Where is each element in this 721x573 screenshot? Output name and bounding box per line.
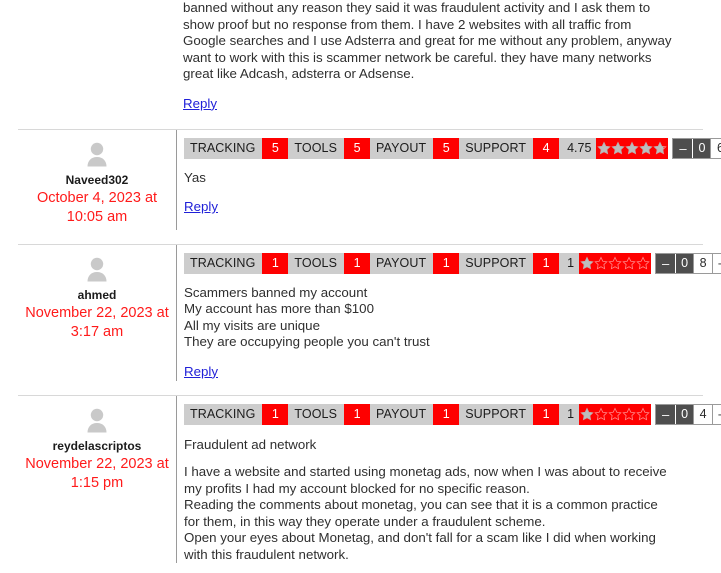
vote-total: 8 — [693, 253, 713, 273]
comment-body: TRACKING 5 TOOLS 5 PAYOUT 5 SUPPORT 4 4.… — [176, 129, 721, 230]
author-name: reydelascriptos — [52, 438, 142, 453]
author-name: ahmed — [77, 287, 117, 302]
criterion-support-label: SUPPORT — [459, 137, 534, 159]
vote-down-button[interactable]: – — [656, 253, 676, 273]
average-rating-value: 1 — [559, 403, 580, 425]
comment-title: Fraudulent ad network — [184, 436, 317, 452]
criterion-payout: PAYOUT 5 — [370, 137, 460, 159]
vote-score: 0 — [692, 138, 711, 158]
criterion-support: SUPPORT 4 — [459, 137, 560, 159]
criterion-tracking-value: 1 — [262, 252, 289, 274]
criterion-tools-label: TOOLS — [288, 403, 345, 425]
comment-body: TRACKING 1 TOOLS 1 PAYOUT 1 SUPPORT 1 1 — [176, 244, 721, 381]
comment-partial-top: banned without any reason they said it w… — [0, 0, 721, 113]
criterion-tools: TOOLS 5 — [288, 137, 371, 159]
vote-widget: – 0 4 + — [655, 403, 721, 425]
comment-body: TRACKING 1 TOOLS 1 PAYOUT 1 SUPPORT 1 1 — [176, 395, 721, 563]
vote-widget: – 0 8 + — [655, 252, 721, 274]
vote-widget: – 0 6 + — [672, 137, 721, 159]
criterion-tools-value: 5 — [344, 137, 371, 159]
vote-up-button[interactable]: + — [712, 253, 721, 273]
criterion-support: SUPPORT 1 — [459, 403, 560, 425]
criterion-tools: TOOLS 1 — [288, 252, 371, 274]
vote-total: 6 — [710, 138, 721, 158]
vote-down-button[interactable]: – — [673, 138, 693, 158]
comment-body: banned without any reason they said it w… — [176, 0, 703, 113]
criterion-payout-value: 1 — [433, 252, 460, 274]
comments-list: banned without any reason they said it w… — [0, 0, 721, 573]
criterion-tools-label: TOOLS — [288, 252, 345, 274]
criterion-tools-label: TOOLS — [288, 137, 345, 159]
author-column: Naveed302 October 4, 2023 at 10:05 am — [18, 130, 176, 227]
criterion-payout: PAYOUT 1 — [370, 403, 460, 425]
criterion-support-value: 4 — [533, 137, 560, 159]
comment-date: November 22, 2023 at 3:17 am — [25, 304, 169, 340]
criterion-support: SUPPORT 1 — [459, 252, 560, 274]
reply-link[interactable]: Reply — [183, 96, 217, 111]
criterion-tracking-value: 1 — [262, 403, 289, 425]
vote-score: 0 — [675, 404, 694, 424]
comment-text: I have a website and started using monet… — [184, 464, 667, 562]
vote-total: 4 — [693, 404, 713, 424]
criterion-tracking-value: 5 — [262, 137, 289, 159]
criterion-tracking: TRACKING 1 — [184, 252, 289, 274]
average-rating-value: 4.75 — [559, 137, 597, 159]
criterion-tools-value: 1 — [344, 403, 371, 425]
comment-text: Yas — [184, 169, 206, 185]
criterion-support-value: 1 — [533, 252, 560, 274]
criterion-payout-value: 1 — [433, 403, 460, 425]
criterion-payout-value: 5 — [433, 137, 460, 159]
comment-date: November 22, 2023 at 1:15 pm — [25, 455, 169, 491]
author-column: ahmed November 22, 2023 at 3:17 am — [18, 245, 176, 342]
rating-bar: TRACKING 5 TOOLS 5 PAYOUT 5 SUPPORT 4 4.… — [184, 137, 721, 159]
reply-link[interactable]: Reply — [184, 199, 218, 214]
criterion-support-label: SUPPORT — [459, 403, 534, 425]
comment-text: banned without any reason they said it w… — [183, 0, 672, 81]
avatar-icon — [87, 408, 107, 432]
author-column: reydelascriptos November 22, 2023 at 1:1… — [18, 396, 176, 493]
rating-bar: TRACKING 1 TOOLS 1 PAYOUT 1 SUPPORT 1 1 — [184, 403, 721, 425]
vote-down-button[interactable]: – — [656, 404, 676, 424]
criterion-support-label: SUPPORT — [459, 252, 534, 274]
reply-link[interactable]: Reply — [184, 364, 218, 379]
comment-date: October 4, 2023 at 10:05 am — [36, 189, 158, 225]
rating-bar: TRACKING 1 TOOLS 1 PAYOUT 1 SUPPORT 1 1 — [184, 252, 721, 274]
avatar-icon — [87, 257, 107, 281]
criterion-payout-label: PAYOUT — [370, 137, 434, 159]
comment-ahmed: ahmed November 22, 2023 at 3:17 am TRACK… — [0, 244, 721, 395]
author-name: Naveed302 — [65, 172, 129, 187]
criterion-tracking: TRACKING 1 — [184, 403, 289, 425]
average-rating-value: 1 — [559, 252, 580, 274]
criterion-tracking-label: TRACKING — [184, 137, 263, 159]
criterion-support-value: 1 — [533, 403, 560, 425]
criterion-payout-label: PAYOUT — [370, 252, 434, 274]
criterion-tracking-label: TRACKING — [184, 403, 263, 425]
avatar-icon — [87, 142, 107, 166]
criterion-payout: PAYOUT 1 — [370, 252, 460, 274]
star-rating — [596, 137, 669, 159]
vote-up-button[interactable]: + — [712, 404, 721, 424]
comment-naveed302: Naveed302 October 4, 2023 at 10:05 am TR… — [0, 129, 721, 244]
vote-score: 0 — [675, 253, 694, 273]
comment-text: Scammers banned my account My account ha… — [184, 284, 430, 350]
criterion-tracking: TRACKING 5 — [184, 137, 289, 159]
criterion-tracking-label: TRACKING — [184, 252, 263, 274]
star-rating — [579, 252, 652, 274]
star-rating — [579, 403, 652, 425]
criterion-tools: TOOLS 1 — [288, 403, 371, 425]
criterion-tools-value: 1 — [344, 252, 371, 274]
comment-reydelascriptos: reydelascriptos November 22, 2023 at 1:1… — [0, 395, 721, 563]
criterion-payout-label: PAYOUT — [370, 403, 434, 425]
